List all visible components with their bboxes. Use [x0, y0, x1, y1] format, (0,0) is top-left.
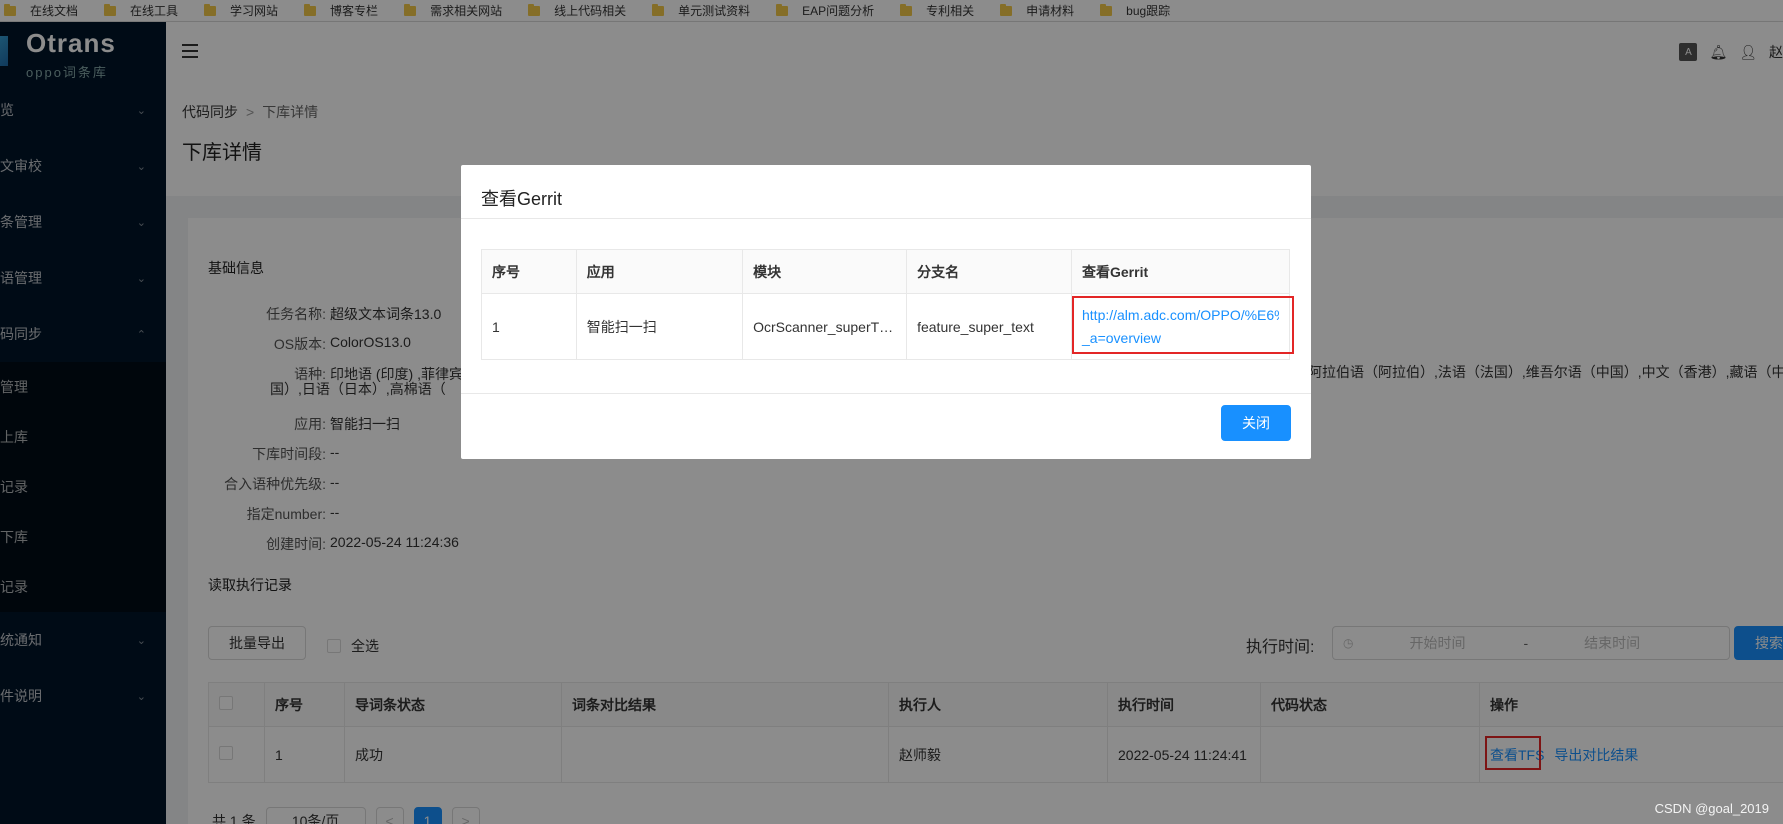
cell-app: 智能扫一扫	[575, 293, 744, 360]
cell-module: OcrScanner_superT…	[742, 293, 908, 360]
table-header-row: 序号 应用 模块 分支名 查看Gerrit	[481, 249, 1290, 294]
col-module: 模块	[742, 249, 908, 294]
modal-body: 序号 应用 模块 分支名 查看Gerrit 1 智能扫一扫 OcrScanner…	[461, 219, 1311, 394]
col-branch: 分支名	[906, 249, 1072, 294]
modal-title: 查看Gerrit	[461, 165, 1311, 219]
watermark: CSDN @goal_2019	[1654, 801, 1769, 816]
cell-index: 1	[481, 293, 577, 360]
cell-branch: feature_super_text	[906, 293, 1072, 360]
col-app: 应用	[575, 249, 744, 294]
gerrit-modal: 查看Gerrit 序号 应用 模块 分支名 查看Gerrit 1 智能扫一扫 O…	[461, 165, 1311, 459]
highlight-box	[1072, 296, 1294, 354]
col-index: 序号	[481, 249, 577, 294]
close-button[interactable]: 关闭	[1221, 405, 1291, 441]
col-gerrit: 查看Gerrit	[1071, 249, 1290, 294]
modal-footer: 关闭	[461, 394, 1311, 459]
